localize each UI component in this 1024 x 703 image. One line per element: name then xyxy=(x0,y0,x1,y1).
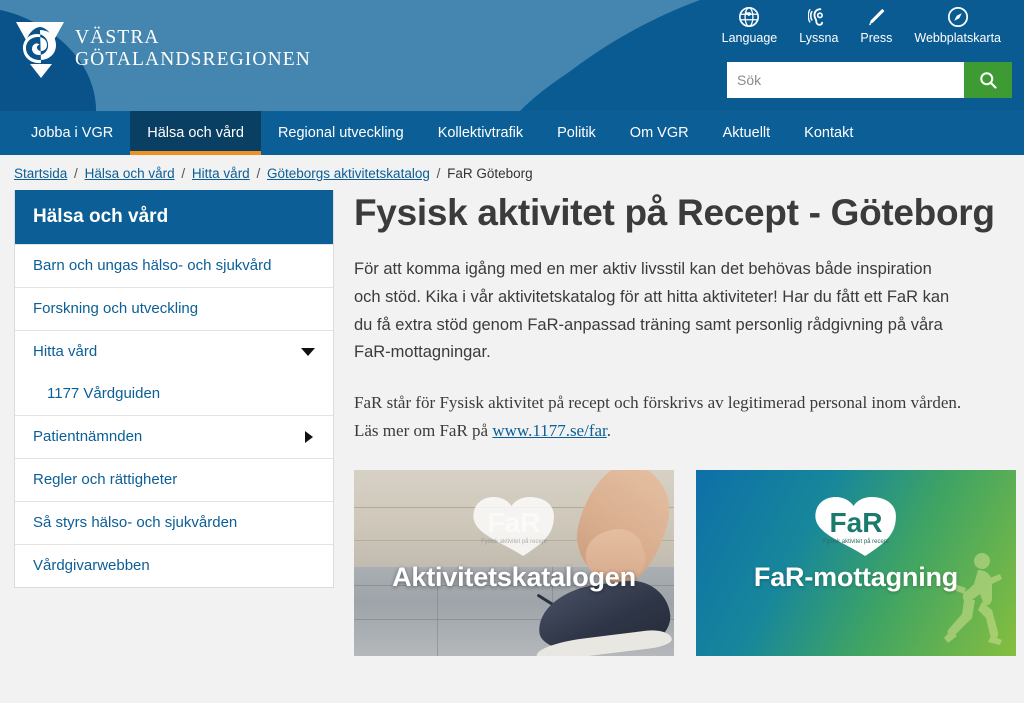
sidebar-item-hitta-vard[interactable]: Hitta vård xyxy=(15,330,333,373)
breadcrumb: Startsida / Hälsa och vård / Hitta vård … xyxy=(0,155,1024,190)
lead-paragraph: För att komma igång med en mer aktiv liv… xyxy=(354,260,950,362)
nav-item-regional-utveckling[interactable]: Regional utveckling xyxy=(261,111,421,155)
sidebar-item-label: Forskning och utveckling xyxy=(33,300,199,317)
svg-text:Fysisk aktivitet på recept: Fysisk aktivitet på recept xyxy=(823,538,889,545)
sidebar-item-regler-och-rattigheter[interactable]: Regler och rättigheter xyxy=(15,458,333,501)
link-1177-far[interactable]: www.1177.se/far xyxy=(492,421,606,440)
search-button[interactable] xyxy=(964,62,1012,98)
chevron-down-icon[interactable] xyxy=(301,348,315,356)
nav-item-halsa-och-vard[interactable]: Hälsa och vård xyxy=(130,111,261,155)
chevron-right-icon[interactable] xyxy=(305,431,313,443)
utility-item-language[interactable]: Language xyxy=(711,6,789,45)
sidebar-navigation: Hälsa och vård Barn och ungas hälso- och… xyxy=(14,190,334,588)
sidebar-item-label: Så styrs hälso- och sjukvården xyxy=(33,514,238,531)
utility-label: Language xyxy=(721,31,778,45)
utility-item-lyssna[interactable]: Lyssna xyxy=(788,6,849,45)
nav-item-kollektivtrafik[interactable]: Kollektivtrafik xyxy=(421,111,540,155)
sidebar-item-label: 1177 Vårdguiden xyxy=(47,385,161,402)
sidebar-item-patientnamnden[interactable]: Patientnämnden xyxy=(15,415,333,458)
utility-item-press[interactable]: Press xyxy=(849,6,903,45)
search-icon xyxy=(980,72,997,89)
breadcrumb-link-goteborgs-aktivitetskatalog[interactable]: Göteborgs aktivitetskatalog xyxy=(267,166,430,181)
svg-text:FaR: FaR xyxy=(488,507,541,538)
sidebar-item-label: Barn och ungas hälso- och sjukvård xyxy=(33,257,272,274)
nav-item-jobba-i-vgr[interactable]: Jobba i VGR xyxy=(14,111,130,155)
sidebar-item-label: Vårdgivarwebben xyxy=(33,557,150,574)
breadcrumb-current: FaR Göteborg xyxy=(447,166,533,181)
breadcrumb-separator: / xyxy=(256,166,261,181)
site-banner: VÄSTRA GÖTALANDSREGIONEN Language Lyssna xyxy=(0,0,1024,111)
secondary-paragraph-text-before: FaR står för Fysisk aktivitet på recept … xyxy=(354,393,962,440)
sidebar-item-forskning-och-utveckling[interactable]: Forskning och utveckling xyxy=(15,287,333,330)
breadcrumb-link-halsa-och-vard[interactable]: Hälsa och vård xyxy=(85,166,175,181)
site-logo[interactable]: VÄSTRA GÖTALANDSREGIONEN xyxy=(14,18,311,80)
nav-item-kontakt[interactable]: Kontakt xyxy=(787,111,870,155)
main-content: Fysisk aktivitet på Recept - Göteborg Fö… xyxy=(354,190,1024,657)
compass-icon xyxy=(947,6,968,28)
sidebar-item-barn-och-ungas-halso-och-sjukvard[interactable]: Barn och ungas hälso- och sjukvård xyxy=(15,244,333,287)
vgr-logo-icon xyxy=(16,22,64,78)
svg-text:FaR: FaR xyxy=(830,507,883,538)
search-input[interactable] xyxy=(727,62,964,98)
utility-label: Press xyxy=(860,31,893,45)
page-title: Fysisk aktivitet på Recept - Göteborg xyxy=(354,192,995,233)
sidebar-item-label: Patientnämnden xyxy=(33,428,143,445)
utility-nav: Language Lyssna Press Webbplatskarta xyxy=(711,6,1012,45)
breadcrumb-separator: / xyxy=(74,166,78,181)
secondary-paragraph: FaR står för Fysisk aktivitet på recept … xyxy=(354,389,964,444)
main-navigation: Jobba i VGR Hälsa och vård Regional utve… xyxy=(0,111,1024,155)
secondary-paragraph-text-after: . xyxy=(606,420,612,440)
sidebar-item-sa-styrs-halso-och-sjukvarden[interactable]: Så styrs hälso- och sjukvården xyxy=(15,501,333,544)
search-box xyxy=(727,62,1012,98)
utility-label: Webbplatskarta xyxy=(914,31,1001,45)
sidebar-header: Hälsa och vård xyxy=(15,190,333,244)
card-caption: FaR-mottagning xyxy=(753,562,959,593)
sidebar-item-vardgivarwebben[interactable]: Vårdgivarwebben xyxy=(15,544,333,587)
far-heart-logo: FaR Fysisk aktivitet på recept xyxy=(473,497,554,557)
listen-ear-icon xyxy=(807,8,823,26)
page-body: Hälsa och vård Barn och ungas hälso- och… xyxy=(0,190,1024,657)
sidebar-item-label: Regler och rättigheter xyxy=(33,471,178,488)
breadcrumb-link-startsida[interactable]: Startsida xyxy=(14,166,67,181)
breadcrumb-link-hitta-vard[interactable]: Hitta vård xyxy=(192,166,250,181)
sidebar-item-1177-vardguiden[interactable]: 1177 Vårdguiden xyxy=(15,373,333,415)
promo-card-far-mottagning[interactable]: FaR Fysisk aktivitet på recept FaR-motta… xyxy=(696,470,1016,657)
logo-line-2: GÖTALANDSREGIONEN xyxy=(75,49,311,70)
sidebar-item-label: Hitta vård xyxy=(33,343,98,360)
nav-item-politik[interactable]: Politik xyxy=(540,111,613,155)
utility-item-webbplatskarta[interactable]: Webbplatskarta xyxy=(903,6,1012,45)
globe-icon xyxy=(739,7,760,27)
pencil-icon xyxy=(869,8,885,26)
promo-cards: FaR Fysisk aktivitet på recept Aktivitet… xyxy=(354,470,1016,657)
promo-card-aktivitetskatalogen[interactable]: FaR Fysisk aktivitet på recept Aktivitet… xyxy=(354,470,674,657)
logo-wordmark: VÄSTRA GÖTALANDSREGIONEN xyxy=(75,27,311,71)
breadcrumb-separator: / xyxy=(436,166,441,181)
far-heart-logo: FaR Fysisk aktivitet på recept xyxy=(815,497,896,557)
nav-item-aktuellt[interactable]: Aktuellt xyxy=(706,111,788,155)
logo-line-1: VÄSTRA xyxy=(75,27,160,49)
utility-label: Lyssna xyxy=(799,31,839,45)
card-caption: Aktivitetskatalogen xyxy=(392,562,636,593)
nav-item-om-vgr[interactable]: Om VGR xyxy=(613,111,706,155)
breadcrumb-separator: / xyxy=(181,166,186,181)
svg-text:Fysisk aktivitet på recept: Fysisk aktivitet på recept xyxy=(481,538,547,545)
